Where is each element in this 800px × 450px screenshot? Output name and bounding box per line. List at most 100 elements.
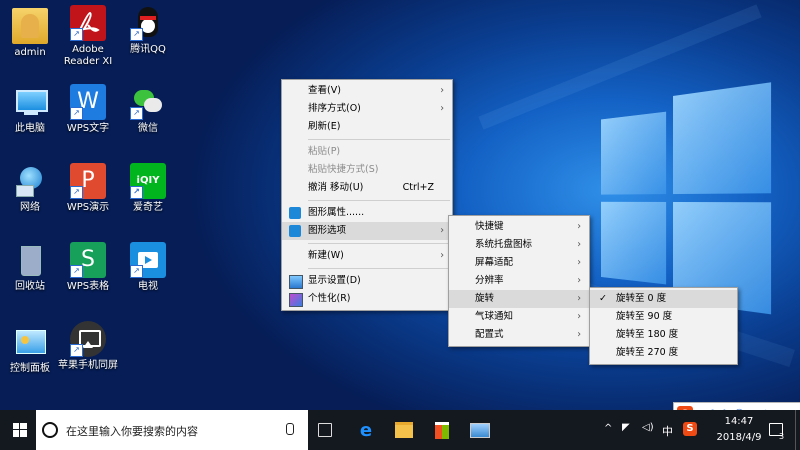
menu-item-label: 刷新(E)	[308, 121, 341, 132]
search-placeholder: 在这里输入你要搜索的内容	[66, 425, 198, 438]
cortana-circle-icon	[42, 422, 58, 438]
show-desktop-button[interactable]	[795, 410, 800, 450]
desktop-icon-label: admin	[14, 47, 46, 58]
desktop-icon-wechat[interactable]: ↗ 微信	[118, 84, 178, 135]
microphone-icon[interactable]	[286, 423, 294, 435]
shortcut-arrow-icon: ↗	[130, 107, 143, 120]
menu-item-paste-shortcut: 粘贴快捷方式(S)	[282, 161, 452, 179]
desktop-icon-recycle-bin[interactable]: 回收站	[0, 242, 60, 293]
start-button[interactable]	[0, 410, 40, 450]
screen-mirror-icon: ↗	[70, 321, 106, 357]
menu-item-label: 气球通知	[475, 311, 514, 322]
menu-item-label: 旋转至 180 度	[616, 329, 679, 340]
submenu-item-profiles[interactable]: 配置式 ›	[449, 326, 589, 344]
submenu-item-balloon[interactable]: 气球通知 ›	[449, 308, 589, 326]
menu-item-label: 屏幕适配	[475, 257, 514, 268]
task-view-button[interactable]	[305, 410, 345, 450]
desktop-icon-wps-presentation[interactable]: P ↗ WPS演示	[58, 163, 118, 214]
menu-item-paste: 粘贴(P)	[282, 143, 452, 161]
show-hidden-icons-chevron[interactable]: ^	[604, 423, 612, 434]
desktop-icon-control-panel[interactable]: 控制面板	[0, 324, 60, 375]
rotation-90-option[interactable]: 旋转至 90 度	[590, 308, 737, 326]
desktop-icon-admin[interactable]: admin	[0, 8, 60, 59]
desktop-icon-wps-spreadsheet[interactable]: S ↗ WPS表格	[58, 242, 118, 293]
recycle-bin-icon	[12, 242, 48, 278]
menu-separator	[308, 200, 450, 201]
desktop-icon-tv[interactable]: ↗ 电视	[118, 242, 178, 293]
chevron-right-icon: ›	[440, 85, 444, 96]
taskbar-edge[interactable]: e	[346, 410, 386, 450]
desktop-icon-adobe-reader[interactable]: ↗ Adobe Reader XI	[58, 5, 118, 68]
desktop-icon-label: 腾讯QQ	[130, 44, 166, 55]
desktop-icon-qq[interactable]: ↗ 腾讯QQ	[118, 5, 178, 56]
shortcut-arrow-icon: ↗	[130, 186, 143, 199]
action-center-button[interactable]: 3	[766, 420, 786, 441]
computer-app-icon	[470, 422, 490, 438]
menu-item-label: 撤消 移动(U)	[308, 182, 364, 193]
chevron-right-icon: ›	[577, 311, 581, 322]
control-panel-icon	[12, 324, 48, 360]
desktop-icon-iqiyi[interactable]: iQIY ↗ 爱奇艺	[118, 163, 178, 214]
chevron-right-icon: ›	[577, 329, 581, 340]
shortcut-arrow-icon: ↗	[130, 265, 143, 278]
rotation-180-option[interactable]: 旋转至 180 度	[590, 326, 737, 344]
menu-item-refresh[interactable]: 刷新(E)	[282, 118, 452, 136]
menu-item-undo-move[interactable]: 撤消 移动(U) Ctrl+Z	[282, 179, 452, 197]
menu-item-label: 旋转至 270 度	[616, 347, 679, 358]
menu-item-new[interactable]: 新建(W) ›	[282, 247, 452, 265]
network-globe-icon	[12, 163, 48, 199]
submenu-item-resolution[interactable]: 分辨率 ›	[449, 272, 589, 290]
menu-item-sort[interactable]: 排序方式(O) ›	[282, 100, 452, 118]
intel-graphics-icon	[289, 207, 301, 219]
menu-item-display-settings[interactable]: 显示设置(D)	[282, 272, 452, 290]
taskbar-search-box[interactable]: 在这里输入你要搜索的内容	[36, 410, 308, 450]
taskbar-store[interactable]	[422, 410, 462, 450]
taskbar-file-explorer[interactable]	[384, 410, 424, 450]
computer-icon	[12, 84, 48, 120]
desktop-icon-label: 微信	[138, 123, 158, 134]
desktop-icon-this-pc[interactable]: 此电脑	[0, 84, 60, 135]
ime-language-indicator[interactable]: 中	[662, 423, 673, 439]
edge-icon: e	[359, 419, 373, 441]
sogou-tray-icon[interactable]: S	[683, 422, 697, 436]
chevron-right-icon: ›	[577, 257, 581, 268]
menu-item-label: 分辨率	[475, 275, 504, 286]
chevron-right-icon: ›	[440, 225, 444, 236]
taskbar-app[interactable]	[460, 410, 500, 450]
network-tray-icon[interactable]: ◤	[622, 422, 630, 433]
shortcut-arrow-icon: ↗	[70, 265, 83, 278]
desktop[interactable]: admin ↗ Adobe Reader XI ↗ 腾讯QQ 此电脑 W ↗ W…	[0, 0, 800, 410]
chevron-right-icon: ›	[577, 275, 581, 286]
menu-separator	[308, 243, 450, 244]
menu-item-label: 显示设置(D)	[308, 275, 361, 286]
menu-item-view[interactable]: 查看(V) ›	[282, 82, 452, 100]
menu-item-label: 快捷键	[475, 221, 504, 232]
submenu-item-rotation[interactable]: 旋转 ›	[449, 290, 589, 308]
logo-pane	[600, 111, 667, 195]
tv-icon: ↗	[130, 242, 166, 278]
desktop-icon-label: 电视	[138, 281, 158, 292]
desktop-icon-wps-writer[interactable]: W ↗ WPS文字	[58, 84, 118, 135]
shortcut-arrow-icon: ↗	[70, 107, 83, 120]
desktop-icon-network[interactable]: 网络	[0, 163, 60, 214]
checkmark-icon: ✓	[599, 293, 607, 304]
folder-icon	[395, 422, 413, 438]
menu-item-graphics-properties[interactable]: 图形属性......	[282, 204, 452, 222]
volume-tray-icon[interactable]: ◁)	[642, 422, 654, 433]
menu-item-label: 新建(W)	[308, 250, 344, 261]
rotation-0-option[interactable]: ✓ 旋转至 0 度	[590, 290, 737, 308]
menu-item-graphics-options[interactable]: 图形选项 ›	[282, 222, 452, 240]
submenu-item-tray-icon[interactable]: 系统托盘图标 ›	[449, 236, 589, 254]
taskbar: 在这里输入你要搜索的内容 e ^ ◤ ◁) 中 S 14:47 2018/4/9…	[0, 410, 800, 450]
menu-separator	[308, 268, 450, 269]
shortcut-arrow-icon: ↗	[70, 344, 83, 357]
menu-item-personalize[interactable]: 个性化(R)	[282, 290, 452, 308]
wps-presentation-icon: P ↗	[70, 163, 106, 199]
clock[interactable]: 14:47 2018/4/9	[714, 414, 764, 446]
submenu-item-hotkeys[interactable]: 快捷键 ›	[449, 218, 589, 236]
submenu-item-screen-fit[interactable]: 屏幕适配 ›	[449, 254, 589, 272]
desktop-icon-iphone-mirror[interactable]: ↗ 苹果手机同屏	[58, 321, 118, 372]
logo-pane	[600, 201, 667, 285]
rotation-270-option[interactable]: 旋转至 270 度	[590, 344, 737, 362]
store-bag-icon	[435, 421, 449, 439]
